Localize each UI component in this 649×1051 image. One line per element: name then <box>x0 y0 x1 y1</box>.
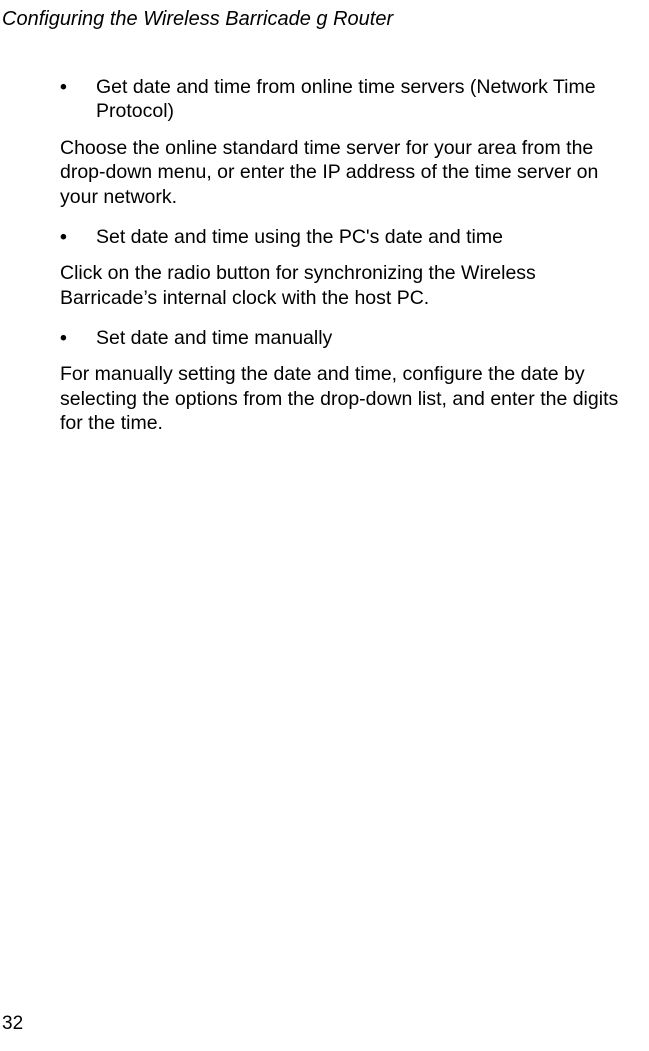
paragraph: Choose the online standard time server f… <box>60 136 619 209</box>
bullet-marker: • <box>60 225 96 249</box>
bullet-item: • Get date and time from online time ser… <box>60 75 619 124</box>
bullet-marker: • <box>60 75 96 124</box>
bullet-text: Set date and time using the PC's date an… <box>96 225 619 249</box>
paragraph: For manually setting the date and time, … <box>60 362 619 435</box>
page-header: Configuring the Wireless Barricade g Rou… <box>2 0 619 31</box>
page-number: 32 <box>2 1013 23 1035</box>
page-content: • Get date and time from online time ser… <box>30 31 619 436</box>
paragraph: Click on the radio button for synchroniz… <box>60 261 619 310</box>
bullet-item: • Set date and time using the PC's date … <box>60 225 619 249</box>
page-container: Configuring the Wireless Barricade g Rou… <box>0 0 649 1051</box>
bullet-text: Get date and time from online time serve… <box>96 75 619 124</box>
bullet-item: • Set date and time manually <box>60 326 619 350</box>
bullet-text: Set date and time manually <box>96 326 619 350</box>
bullet-marker: • <box>60 326 96 350</box>
